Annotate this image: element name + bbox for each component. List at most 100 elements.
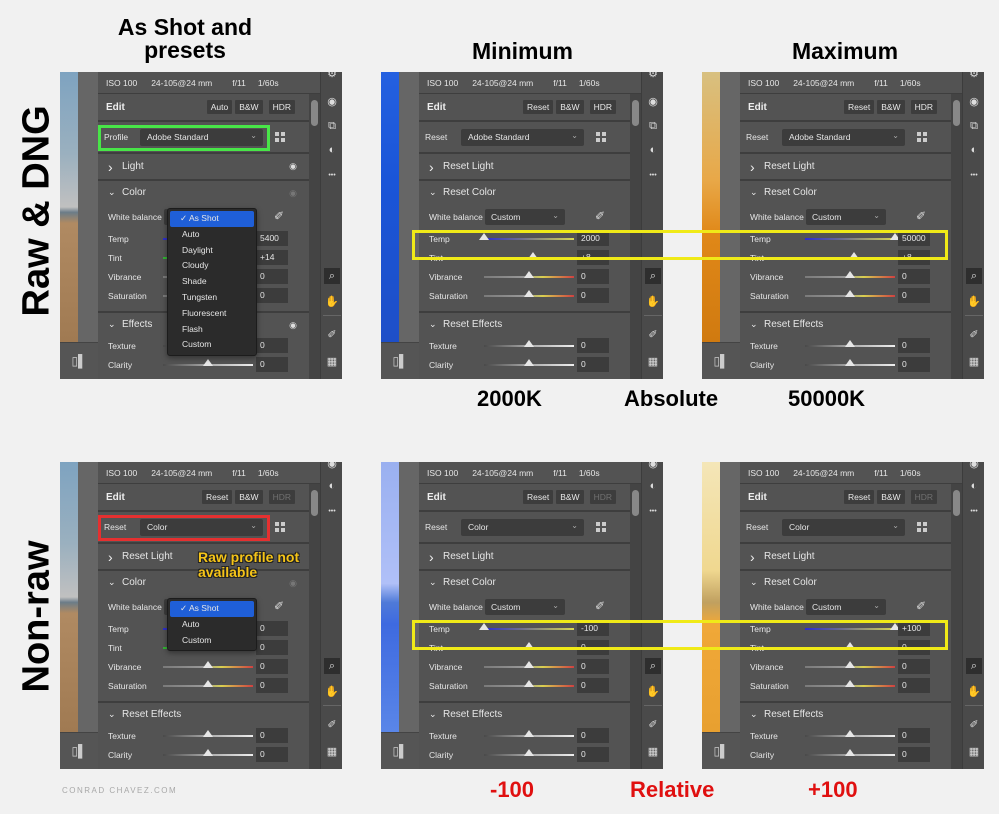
- slider-value-field[interactable]: +14: [256, 250, 288, 265]
- reset-button[interactable]: Reset: [522, 490, 554, 504]
- white-balance-select[interactable]: Custom ⌄: [806, 208, 886, 225]
- slider-track[interactable]: [484, 359, 574, 366]
- white-balance-select[interactable]: Custom ⌄: [806, 598, 886, 615]
- slider-track[interactable]: [484, 661, 574, 668]
- eye-icon[interactable]: ◉: [289, 188, 297, 199]
- hand-icon[interactable]: ✋: [966, 294, 982, 310]
- reset-button[interactable]: Reset: [201, 490, 233, 504]
- slider-thumb[interactable]: [524, 730, 534, 737]
- menu-item-fluorescent[interactable]: Fluorescent: [168, 306, 256, 322]
- compare-view-button[interactable]: ▯▌: [702, 342, 740, 379]
- b-w-button[interactable]: B&W: [877, 490, 905, 504]
- b-w-button[interactable]: B&W: [556, 490, 584, 504]
- b-w-button[interactable]: B&W: [235, 100, 263, 114]
- slider-value-field[interactable]: 0: [577, 747, 609, 762]
- eyedropper-icon[interactable]: ✐: [274, 209, 284, 223]
- white-balance-tool-icon[interactable]: ✐: [966, 717, 982, 733]
- more-icon[interactable]: •••: [966, 504, 982, 520]
- scrollbar-thumb[interactable]: [953, 100, 960, 126]
- zoom-icon[interactable]: ⌕: [324, 268, 340, 284]
- healing-icon[interactable]: ◉: [324, 462, 340, 472]
- scrollbar-thumb[interactable]: [311, 100, 318, 126]
- eyedropper-icon[interactable]: ✐: [274, 599, 284, 613]
- eyedropper-icon[interactable]: ✐: [916, 599, 926, 613]
- slider-track[interactable]: [805, 680, 895, 687]
- compare-view-button[interactable]: ▯▌: [381, 342, 419, 379]
- hdr-button[interactable]: HDR: [910, 100, 937, 114]
- slider-value-field[interactable]: 0: [898, 728, 930, 743]
- slider-thumb[interactable]: [845, 730, 855, 737]
- profile-browser-icon[interactable]: [596, 131, 608, 143]
- compare-view-button[interactable]: ▯▌: [702, 732, 740, 769]
- slider-value-field[interactable]: 0: [898, 288, 930, 303]
- scrollbar[interactable]: [309, 484, 320, 769]
- menu-item-auto[interactable]: Auto: [168, 617, 256, 633]
- hand-icon[interactable]: ✋: [645, 294, 661, 310]
- slider-value-field[interactable]: 0: [577, 357, 609, 372]
- healing-icon[interactable]: ◉: [966, 94, 982, 110]
- profile-browser-icon[interactable]: [596, 521, 608, 533]
- more-icon[interactable]: •••: [966, 168, 982, 184]
- slider-value-field[interactable]: 0: [577, 269, 609, 284]
- grid-icon[interactable]: ▦: [324, 354, 340, 370]
- effects-section-header[interactable]: ⌄ Reset Effects: [740, 311, 951, 336]
- menu-item-tungsten[interactable]: Tungsten: [168, 290, 256, 306]
- slider-track[interactable]: [805, 661, 895, 668]
- white-balance-select[interactable]: Custom ⌄: [485, 208, 565, 225]
- eye-icon[interactable]: ◉: [289, 320, 297, 331]
- slider-value-field[interactable]: 0: [256, 659, 288, 674]
- slider-value-field[interactable]: 0: [256, 357, 288, 372]
- compare-view-button[interactable]: ▯▌: [60, 342, 98, 379]
- slider-thumb[interactable]: [203, 730, 213, 737]
- grid-icon[interactable]: ▦: [645, 744, 661, 760]
- slider-value-field[interactable]: 0: [898, 659, 930, 674]
- masking-icon[interactable]: ⧉: [966, 118, 982, 134]
- compare-view-button[interactable]: ▯▌: [60, 732, 98, 769]
- slider-track[interactable]: [163, 749, 253, 756]
- light-section-header[interactable]: › Reset Light: [740, 544, 951, 569]
- zoom-icon[interactable]: ⌕: [645, 658, 661, 674]
- reset-button[interactable]: Reset: [522, 100, 554, 114]
- white-balance-tool-icon[interactable]: ✐: [645, 327, 661, 343]
- slider-thumb[interactable]: [845, 271, 855, 278]
- masking-icon[interactable]: ⧉: [645, 118, 661, 134]
- slider-value-field[interactable]: 0: [898, 357, 930, 372]
- hand-icon[interactable]: ✋: [324, 684, 340, 700]
- profile-browser-icon[interactable]: [275, 131, 287, 143]
- slider-thumb[interactable]: [524, 340, 534, 347]
- more-icon[interactable]: •••: [324, 168, 340, 184]
- slider-track[interactable]: [805, 290, 895, 297]
- profile-select[interactable]: Adobe Standard ⌄: [461, 128, 584, 146]
- presets-icon[interactable]: ◐: [645, 142, 661, 158]
- scrollbar-thumb[interactable]: [632, 100, 639, 126]
- eye-icon[interactable]: ◉: [289, 161, 297, 172]
- slider-track[interactable]: [805, 340, 895, 347]
- grid-icon[interactable]: ▦: [645, 354, 661, 370]
- slider-thumb[interactable]: [524, 749, 534, 756]
- scrollbar[interactable]: [951, 484, 962, 769]
- menu-item-flash[interactable]: Flash: [168, 322, 256, 338]
- slider-track[interactable]: [163, 680, 253, 687]
- slider-track[interactable]: [805, 730, 895, 737]
- white-balance-tool-icon[interactable]: ✐: [324, 717, 340, 733]
- effects-section-header[interactable]: ⌄ Reset Effects: [419, 701, 630, 726]
- light-section-header[interactable]: › Reset Light: [419, 544, 630, 569]
- b-w-button[interactable]: B&W: [877, 100, 905, 114]
- slider-thumb[interactable]: [845, 661, 855, 668]
- slider-value-field[interactable]: 0: [256, 621, 288, 636]
- profile-select[interactable]: Color ⌄: [461, 518, 584, 536]
- profile-select[interactable]: Adobe Standard ⌄: [782, 128, 905, 146]
- white-balance-tool-icon[interactable]: ✐: [324, 327, 340, 343]
- white-balance-select[interactable]: Custom ⌄: [485, 598, 565, 615]
- slider-track[interactable]: [163, 359, 253, 366]
- profile-select[interactable]: Color ⌄: [782, 518, 905, 536]
- profile-browser-icon[interactable]: [275, 521, 287, 533]
- healing-icon[interactable]: ◉: [324, 94, 340, 110]
- slider-track[interactable]: [484, 749, 574, 756]
- reset-button[interactable]: Reset: [843, 490, 875, 504]
- slider-track[interactable]: [484, 290, 574, 297]
- slider-value-field[interactable]: 0: [256, 747, 288, 762]
- slider-thumb[interactable]: [524, 359, 534, 366]
- slider-thumb[interactable]: [524, 290, 534, 297]
- slider-value-field[interactable]: 0: [256, 640, 288, 655]
